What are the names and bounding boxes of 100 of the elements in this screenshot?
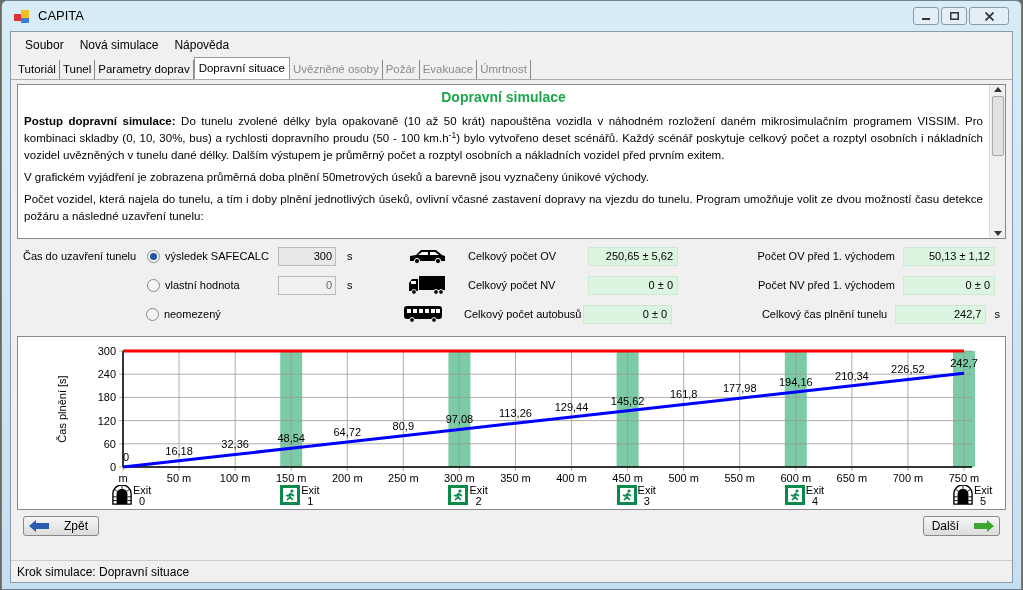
- y-tick-label: 0: [109, 461, 116, 473]
- scroll-thumb[interactable]: [991, 96, 1004, 156]
- radio-button[interactable]: [147, 249, 160, 263]
- x-tick-label: 150 m: [275, 472, 307, 484]
- scrollbar[interactable]: [989, 85, 1005, 238]
- data-label: 16,18: [165, 444, 193, 457]
- data-label: 64,72: [333, 425, 362, 438]
- total-label: Celkový počet autobusů: [463, 306, 583, 322]
- exit-number: 0: [139, 496, 146, 507]
- stat-label: Celkový čas plnění tunelu: [761, 306, 888, 322]
- x-tick-label: 600 m: [780, 472, 812, 484]
- data-label: 113,26: [499, 407, 532, 420]
- x-tick-label: 700 m: [892, 472, 924, 484]
- unit-label: s: [994, 306, 1000, 322]
- stat-label: Počet NV před 1. východem: [758, 277, 895, 293]
- scroll-down-icon: [993, 231, 1002, 236]
- tab[interactable]: Dopravní situace: [193, 57, 290, 79]
- x-tick-label: 350 m: [500, 472, 531, 484]
- exit-label: Exit: [805, 485, 825, 496]
- tab[interactable]: Tunel: [59, 60, 96, 79]
- exit-number: 1: [307, 496, 314, 507]
- close-button[interactable]: [969, 7, 1009, 25]
- right-arrow-icon: [973, 519, 995, 533]
- truck-icon: [408, 275, 446, 295]
- exit-number: 5: [980, 496, 987, 507]
- data-label: 226,52: [891, 363, 925, 376]
- x-tick-label: m: [118, 472, 128, 484]
- window-title: CAPITA: [38, 7, 84, 26]
- exit-label: Exit: [133, 485, 152, 496]
- tab[interactable]: Parametry doprav: [95, 60, 194, 79]
- menu-item[interactable]: Nová simulace: [73, 36, 165, 54]
- time-field[interactable]: 300: [278, 246, 336, 266]
- minimize-icon: [922, 18, 930, 20]
- x-tick-label: 450 m: [612, 472, 643, 484]
- exit-number: 2: [475, 496, 482, 507]
- x-tick-label: 250 m: [388, 472, 419, 484]
- x-tick-label: 400 m: [556, 472, 587, 484]
- exit-label: Exit: [974, 485, 993, 496]
- emergency-exit-icon: [448, 485, 469, 505]
- maximize-button[interactable]: [941, 7, 967, 25]
- stat-value: 50,13 ± 1,12: [903, 246, 995, 266]
- emergency-exit-icon: [280, 485, 301, 505]
- data-label: 80,9: [392, 419, 415, 432]
- total-label: Celkový počet NV: [467, 277, 557, 293]
- emergency-exit-icon: [784, 485, 805, 505]
- radio-label: výsledek SAFECALC: [165, 248, 270, 264]
- data-label: 161,8: [669, 388, 698, 401]
- tab[interactable]: Tutoriál: [15, 60, 60, 79]
- exit-number: 4: [811, 496, 819, 507]
- data-label: 177,98: [722, 382, 757, 395]
- radio-label: vlastní hodnota: [165, 277, 241, 293]
- status-text: Krok simulace: Dopravní situace: [17, 563, 190, 581]
- x-tick-label: 200 m: [332, 472, 363, 484]
- total-value: 0 ± 0: [582, 304, 673, 324]
- close-icon: [984, 11, 994, 21]
- info-paragraph: V grafickém vyjádření je zobrazena průměrná doba plnění 50metrových úseků a barevně jsou vyznačeny únikové východy.: [24, 170, 650, 185]
- radio-button[interactable]: [145, 307, 159, 321]
- menu-item[interactable]: Soubor: [19, 36, 70, 54]
- car-icon: [408, 248, 446, 264]
- menu-item[interactable]: Nápověda: [168, 36, 236, 54]
- app-icon: [14, 8, 30, 24]
- unit-label: s: [347, 248, 353, 264]
- scroll-up-icon: [993, 87, 1002, 92]
- tunnel-portal-icon: [953, 485, 973, 505]
- x-tick-label: 650 m: [836, 472, 868, 484]
- y-tick-label: 180: [97, 391, 116, 404]
- info-paragraph: Počet vozidel, která najela do tunelu, a tím i doby plnění jednotlivých úseků, ovlivní včasné zastavení dopravy na vjezdu do tunelu. Program umožňuje volit ze dvou možností času detekce požáru a následné uzavření tunelu:: [24, 192, 983, 224]
- data-label: 97,08: [445, 413, 474, 426]
- left-arrow-icon: [28, 519, 50, 533]
- minimize-button[interactable]: [913, 7, 939, 25]
- info-paragraph: Postup dopravní simulace: Do tunelu zvolené délky byla opakovaně (10 až 50 krát) napouštěna vozidla v náhodném rozložení daném mikrosimulačním programem VISSIM. Pro kombinaci skladby (0, 10, 30%, bus) a rychlosti dopravního proudu (50 - 100 km.h$^{-1}$) bylo vytvořeno deset scénářů. Každý scénář poskytuje celkový počet a rozptyl osobních i nákladních vozidel uvězněných v tunelu dané délky. Dalším výstupem je průměrný počet a rozptyl osobních a nákladních vozidel před prvním exitem.: [24, 114, 983, 163]
- total-label: Celkový počet OV: [467, 248, 558, 264]
- tunnel-portal-icon: [112, 485, 132, 505]
- stat-label: Počet OV před 1. východem: [757, 248, 895, 264]
- y-tick-label: 300: [97, 345, 116, 357]
- x-tick-label: 100 m: [219, 472, 251, 484]
- exit-label: Exit: [301, 485, 320, 496]
- total-value: 250,65 ± 5,62: [588, 246, 678, 266]
- y-tick-label: 240: [97, 368, 116, 381]
- next-button[interactable]: Další: [922, 516, 1000, 536]
- total-value: 0 ± 0: [588, 275, 678, 295]
- unit-label: s: [347, 277, 353, 293]
- x-tick-label: 550 m: [724, 472, 755, 484]
- x-tick-label: 50 m: [166, 472, 192, 484]
- data-label: 129,44: [554, 400, 589, 413]
- bus-icon: [403, 305, 444, 323]
- restore-icon: [949, 12, 959, 20]
- y-tick-label: 120: [97, 414, 116, 427]
- exit-label: Exit: [637, 485, 656, 496]
- emergency-exit-icon: [616, 485, 637, 505]
- y-axis-label: Čas plnění [s]: [56, 375, 68, 443]
- x-tick-label: 750 m: [948, 472, 980, 484]
- x-tick-label: 500 m: [668, 472, 699, 484]
- closure-label: Čas do uzavření tunelu: [23, 249, 137, 262]
- data-label: 210,34: [835, 369, 869, 382]
- exit-number: 3: [643, 496, 650, 507]
- back-button[interactable]: Zpět: [23, 516, 99, 536]
- radio-label: neomezený: [163, 306, 222, 322]
- y-tick-label: 60: [103, 437, 116, 450]
- x-tick-label: 300 m: [444, 472, 475, 484]
